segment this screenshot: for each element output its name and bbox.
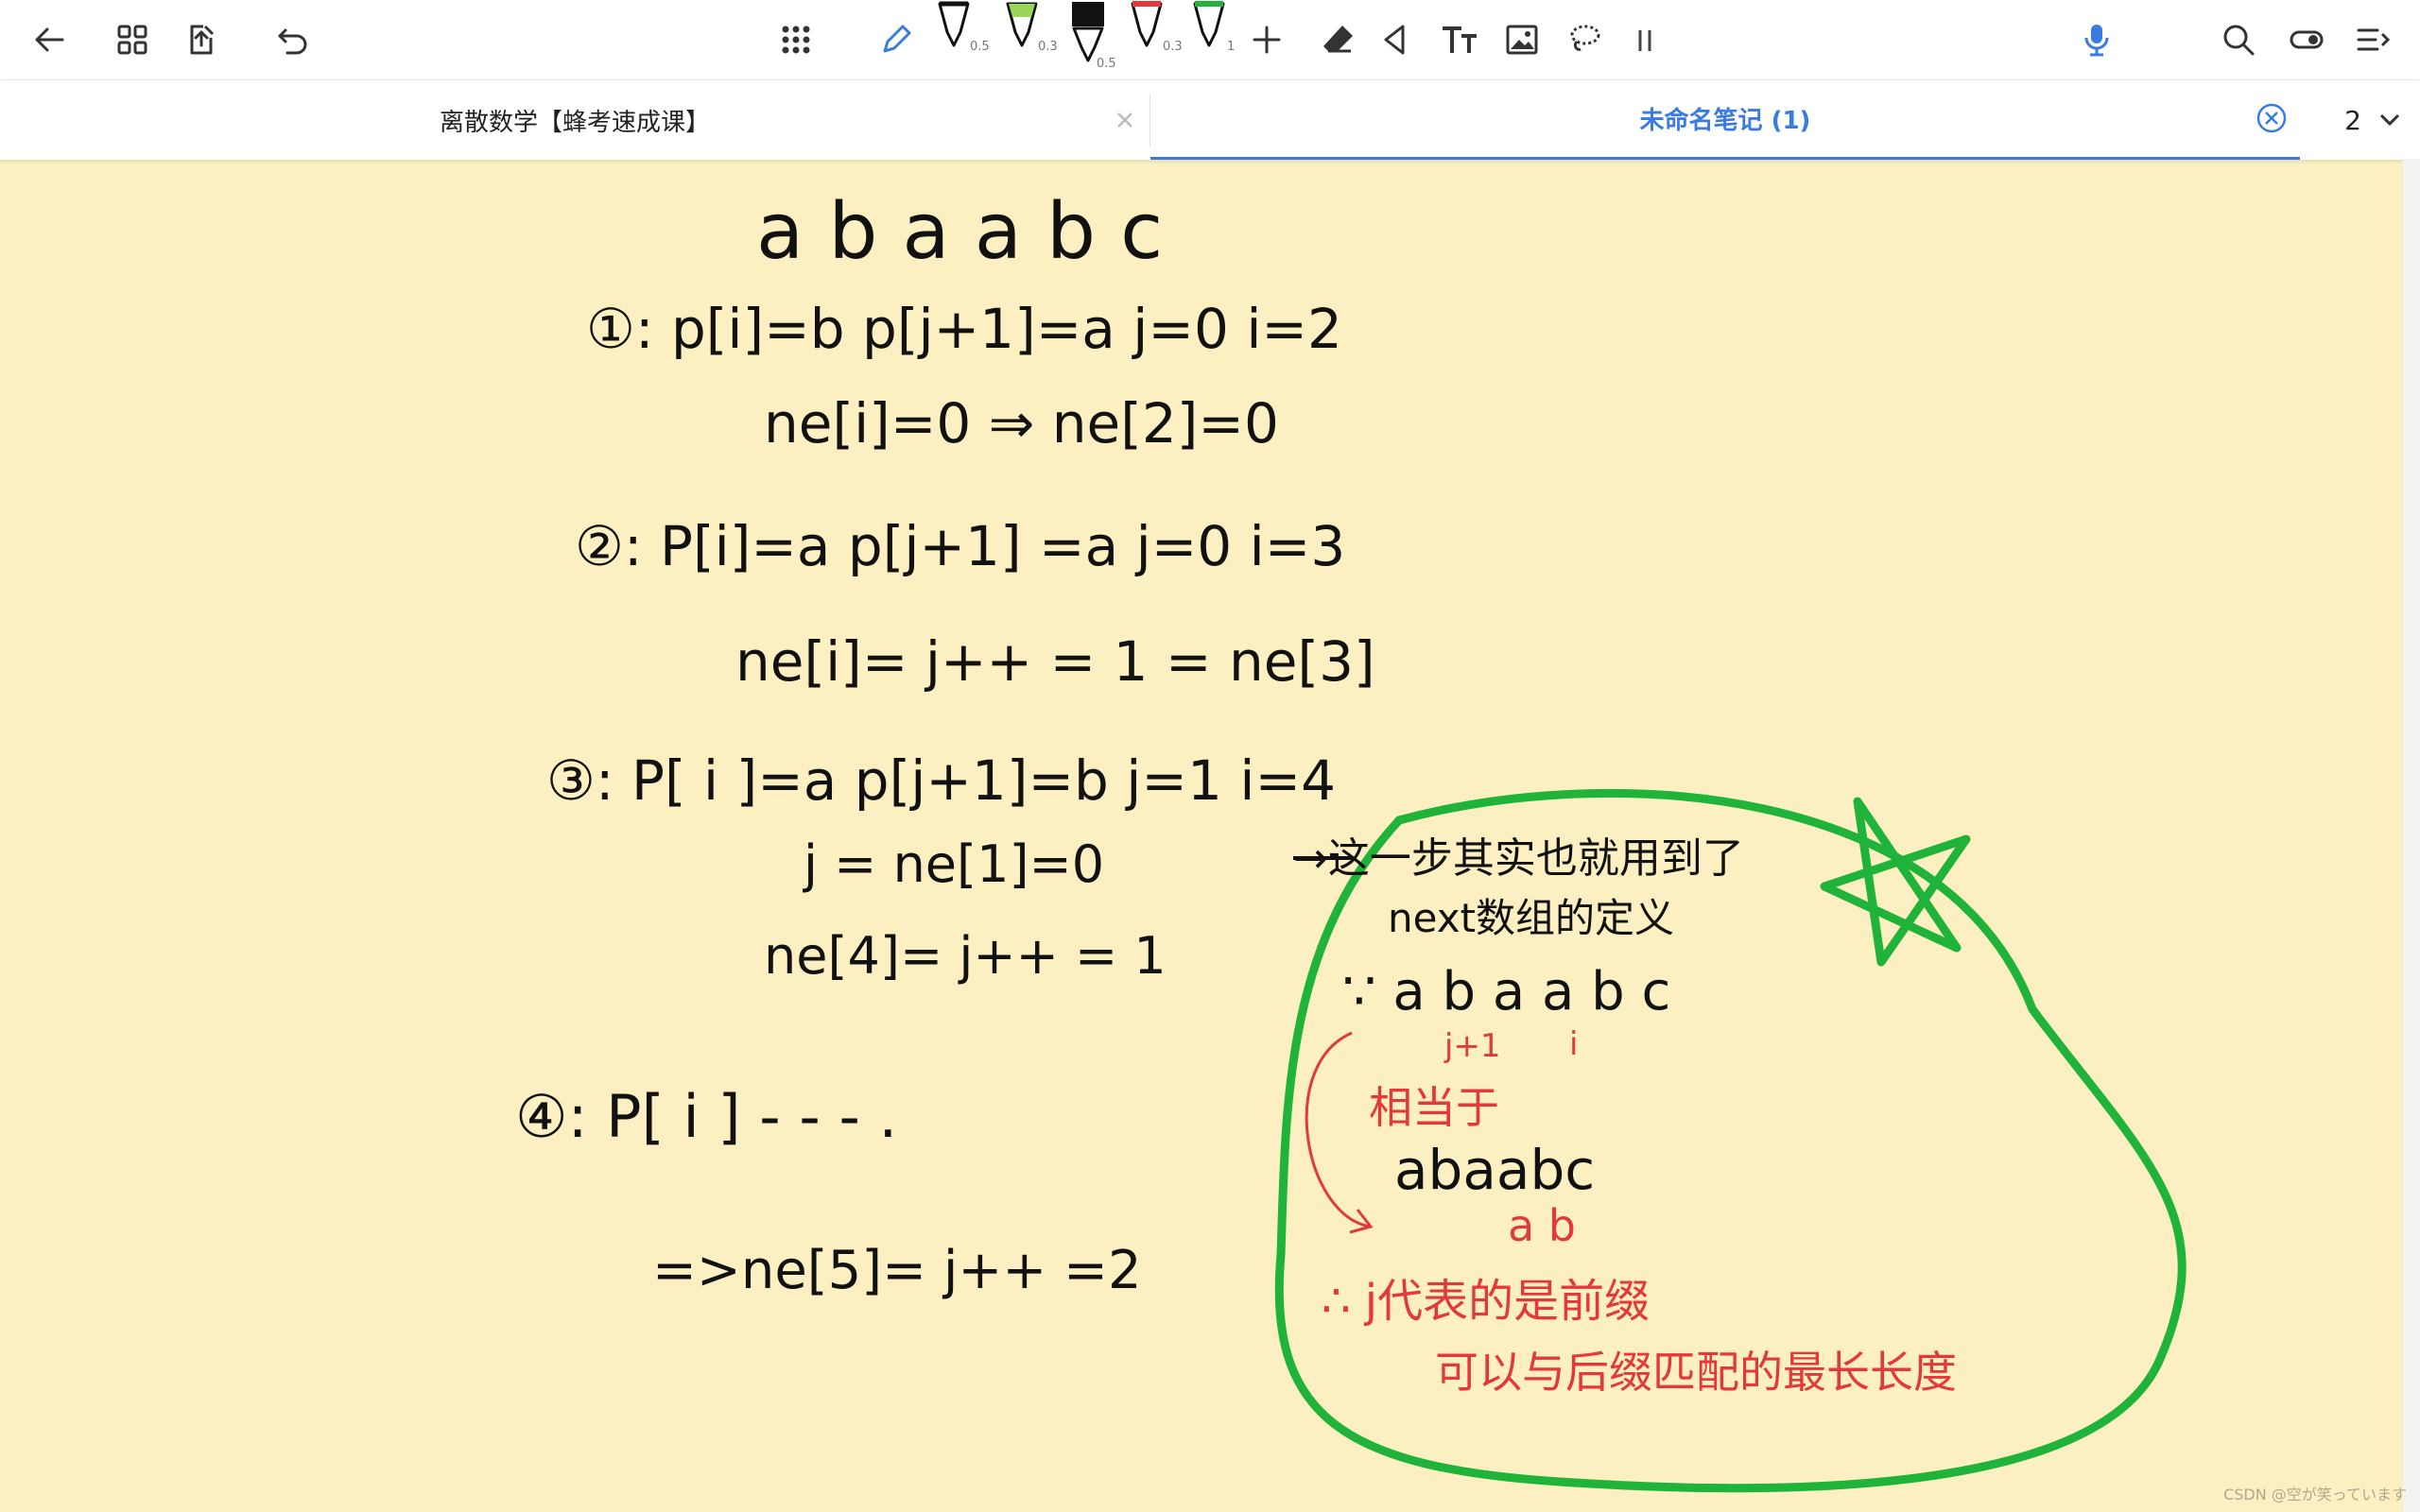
pause-icon[interactable] bbox=[1616, 11, 1673, 68]
ink-line: ④: P[ i ] - - - . bbox=[515, 1082, 897, 1151]
back-arrow-icon[interactable] bbox=[21, 11, 78, 68]
watermark: CSDN @空が笑っています bbox=[2223, 1486, 2407, 1503]
ink-line: ①: p[i]=b p[j+1]=a j=0 i=2 bbox=[586, 297, 1342, 361]
pen-size-label: 0.3 bbox=[1163, 40, 1183, 54]
close-icon[interactable] bbox=[1108, 103, 1142, 137]
tab-title: 未命名笔记 (1) bbox=[1639, 107, 1811, 135]
eraser-icon[interactable] bbox=[1310, 11, 1367, 68]
ink-line: ③: P[ i ]=a p[j+1]=b j=1 i=4 bbox=[546, 748, 1336, 813]
chevron-down-icon bbox=[2379, 113, 2399, 127]
ink-line: ②: P[i]=a p[j+1] =a j=0 i=3 bbox=[575, 514, 1345, 578]
red-note: ∴ j代表的是前缀 bbox=[1322, 1275, 1650, 1328]
image-icon[interactable] bbox=[1494, 11, 1550, 68]
pen-size-label: 0.5 bbox=[1097, 57, 1116, 71]
pen-size-label: 0.3 bbox=[1038, 40, 1058, 54]
tab-note-1[interactable]: 离散数学【蜂考速成课】 bbox=[0, 80, 1150, 160]
pencil-icon[interactable] bbox=[868, 11, 925, 68]
microphone-icon[interactable] bbox=[2068, 11, 2125, 68]
close-circle-icon[interactable] bbox=[2255, 101, 2289, 135]
side-note-line: abaabc bbox=[1394, 1138, 1595, 1202]
search-icon[interactable] bbox=[2210, 11, 2267, 68]
ink-line: a b a a b c bbox=[756, 187, 1163, 277]
green-star bbox=[1820, 797, 1971, 967]
red-arrow-arc bbox=[1305, 1031, 1372, 1228]
ink-line: =>ne[5]= j++ =2 bbox=[652, 1240, 1142, 1301]
text-icon[interactable] bbox=[1431, 11, 1488, 68]
ink-line: j = ne[1]=0 bbox=[803, 834, 1104, 894]
tab-title: 离散数学【蜂考速成课】 bbox=[439, 108, 710, 137]
ink-line: ne[i]=0 ⇒ ne[2]=0 bbox=[764, 391, 1279, 455]
menu-icon[interactable] bbox=[2344, 11, 2401, 68]
vertical-scrollbar[interactable] bbox=[2403, 159, 2420, 1512]
grid-icon[interactable] bbox=[104, 11, 161, 68]
lasso-icon[interactable] bbox=[1556, 11, 1613, 68]
pen-icon[interactable]: 0.5 bbox=[1066, 0, 1119, 76]
side-note-line: a b bbox=[1508, 1200, 1576, 1251]
export-icon[interactable] bbox=[173, 11, 230, 68]
pen-icon[interactable]: 0.3 bbox=[1002, 0, 1058, 76]
red-note: 相当于 bbox=[1369, 1082, 1499, 1133]
pen-size-label: 1 bbox=[1227, 40, 1236, 54]
undo-icon[interactable] bbox=[265, 11, 321, 68]
top-toolbar: 0.5 0.3 0.5 0.3 1 bbox=[0, 0, 2420, 79]
note-canvas[interactable]: a b a a b c ①: p[i]=b p[j+1]=a j=0 i=2 n… bbox=[0, 159, 2420, 1512]
tab-count[interactable]: 2 bbox=[2325, 80, 2420, 160]
pen-icon[interactable]: 0.3 bbox=[1127, 0, 1183, 76]
apps-icon[interactable] bbox=[768, 11, 824, 68]
pen-icon[interactable]: 1 bbox=[1189, 0, 1242, 76]
tab-count-value: 2 bbox=[2344, 104, 2361, 136]
side-note-line: next数组的定义 bbox=[1388, 895, 1674, 941]
tab-bar: 离散数学【蜂考速成课】 未命名笔记 (1) 2 bbox=[0, 79, 2420, 160]
side-note-line: ∵ a b a a b c bbox=[1342, 961, 1670, 1022]
shape-icon[interactable] bbox=[1367, 11, 1424, 68]
side-note-line: →这一步其实也就用到了 bbox=[1293, 834, 1744, 883]
pen-size-label: 0.5 bbox=[970, 40, 990, 54]
ink-layer: a b a a b c ①: p[i]=b p[j+1]=a j=0 i=2 n… bbox=[515, 187, 2187, 1493]
red-note: i bbox=[1569, 1025, 1578, 1063]
tab-note-2[interactable]: 未命名笔记 (1) bbox=[1150, 80, 2300, 160]
red-note: 可以与后缀匹配的最长长度 bbox=[1435, 1347, 1957, 1398]
ink-line: ne[4]= j++ = 1 bbox=[764, 926, 1167, 986]
add-icon[interactable] bbox=[1238, 11, 1295, 68]
red-note: j+1 bbox=[1443, 1027, 1501, 1065]
toggle-icon[interactable] bbox=[2278, 11, 2335, 68]
pen-icon[interactable]: 0.5 bbox=[934, 0, 990, 76]
ink-line: ne[i]= j++ = 1 = ne[3] bbox=[735, 629, 1375, 694]
